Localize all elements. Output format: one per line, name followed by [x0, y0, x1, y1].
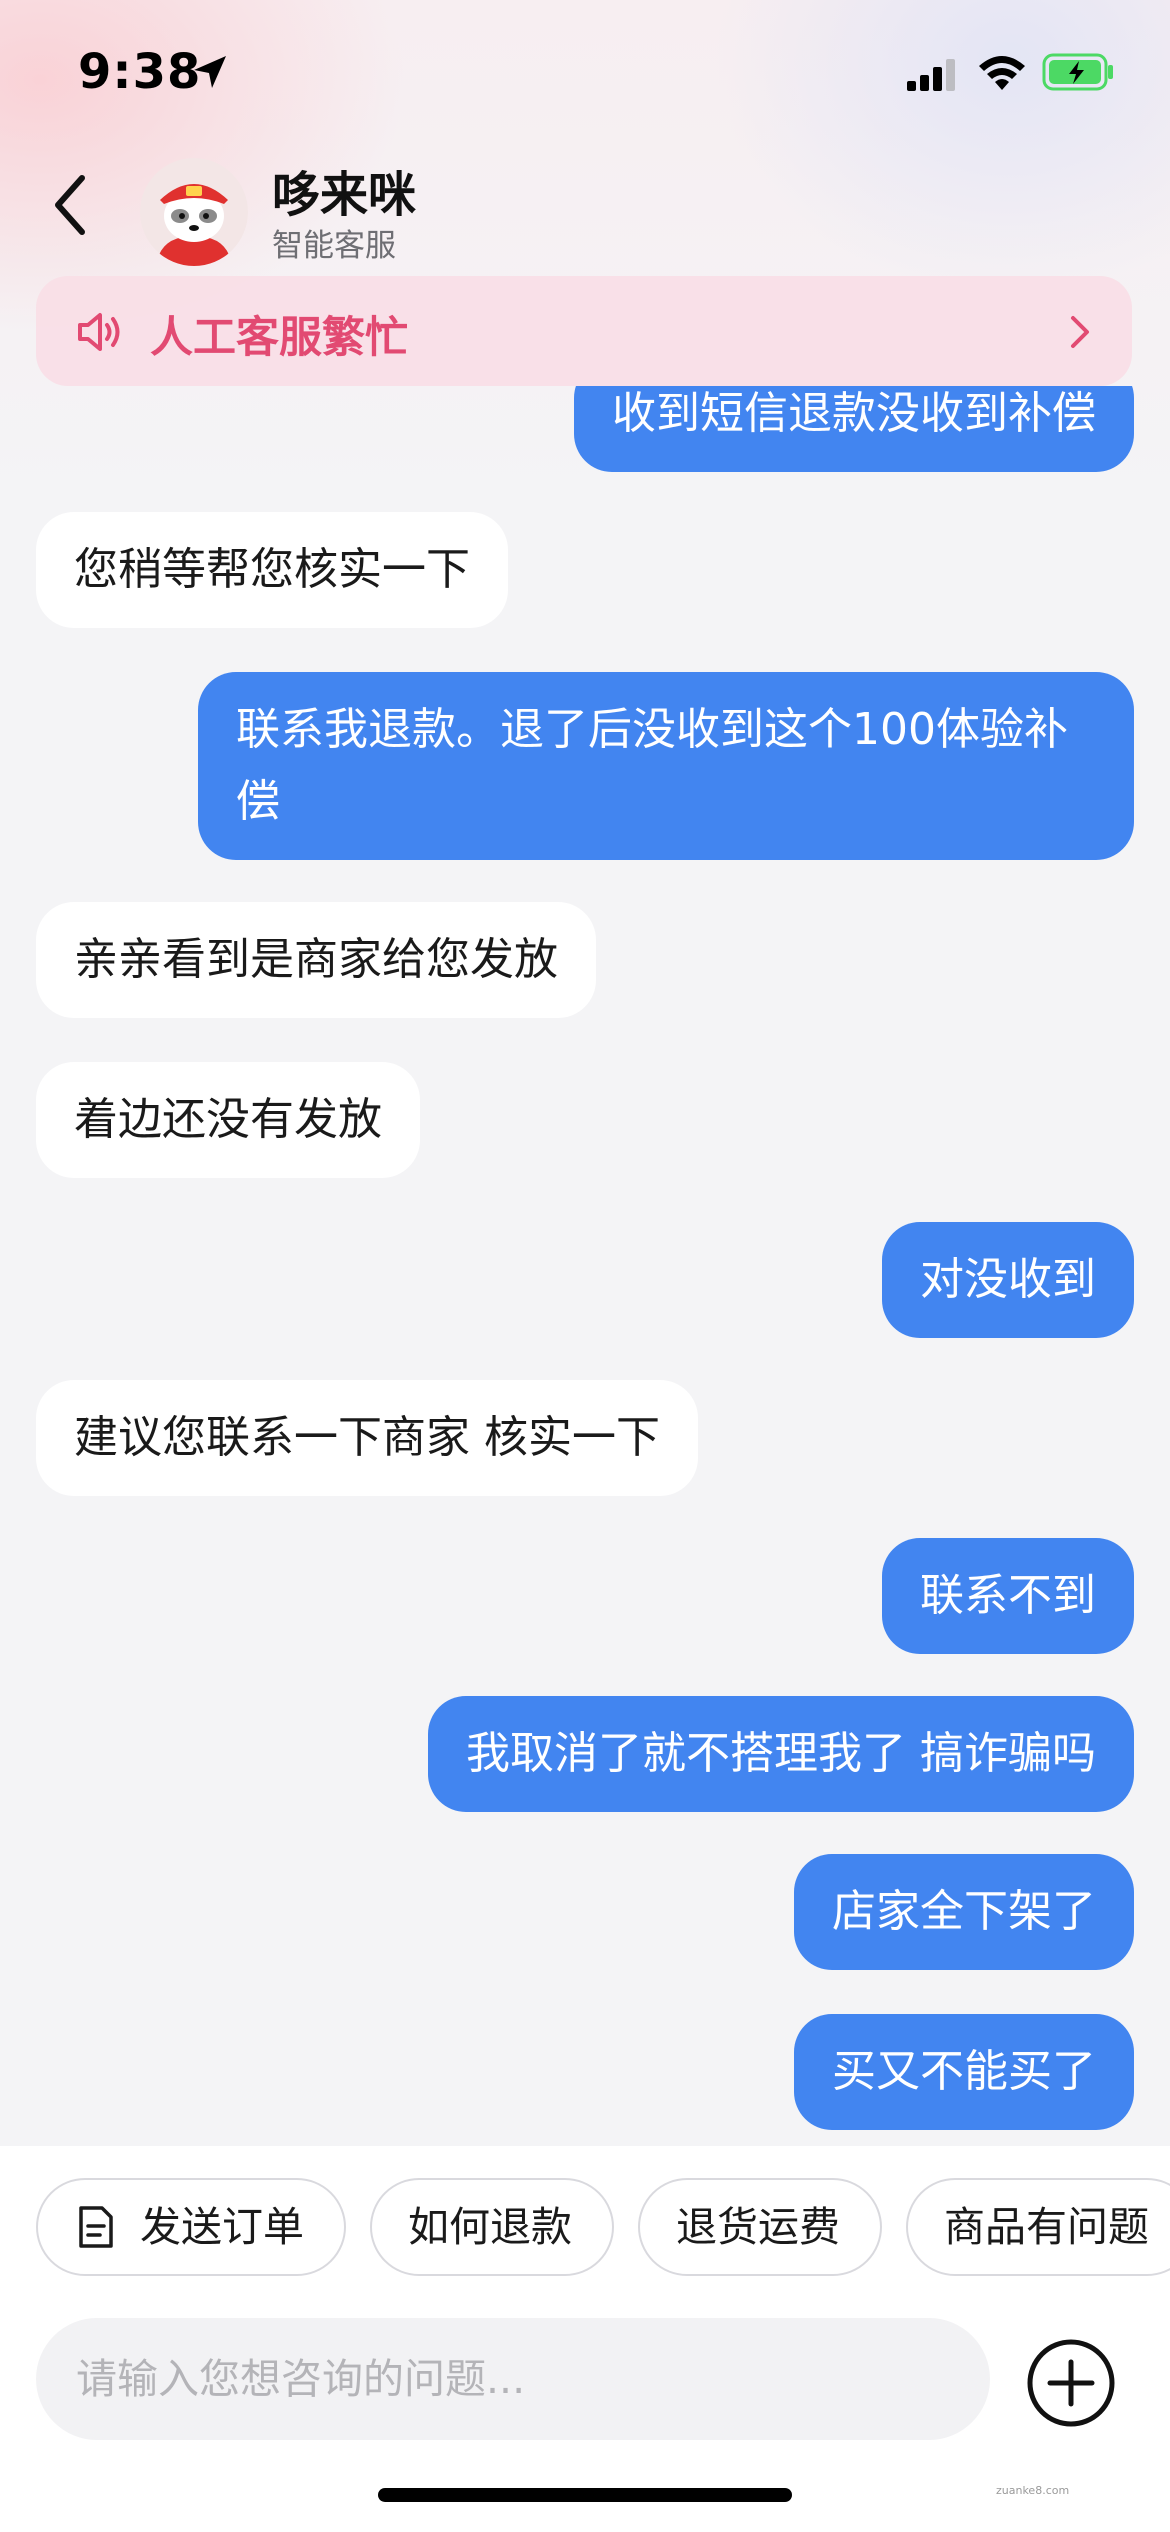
quick-send-order-button[interactable]: 发送订单: [36, 2178, 346, 2276]
status-bar: 9:38: [0, 0, 1170, 150]
bot-message[interactable]: 亲亲看到是商家给您发放: [36, 902, 596, 1018]
wifi-icon: [979, 56, 1025, 90]
chip-label: 发送订单: [140, 2203, 304, 2251]
user-message[interactable]: 店家全下架了: [794, 1854, 1134, 1970]
notice-text: 人工客服繁忙: [150, 313, 408, 363]
chat-subtitle: 智能客服: [272, 228, 396, 264]
watermark: zuanke8.com: [996, 2484, 1070, 2497]
chip-label: 商品有问题: [944, 2203, 1149, 2251]
signal-icon: [907, 59, 955, 91]
avatar[interactable]: [140, 158, 248, 266]
location-arrow-icon: [194, 56, 226, 88]
user-message[interactable]: 买又不能买了: [794, 2014, 1134, 2130]
user-message[interactable]: 对没收到: [882, 1222, 1134, 1338]
home-indicator: [378, 2488, 792, 2502]
chevron-right-icon: [1071, 316, 1089, 348]
bot-message[interactable]: 您稍等帮您核实一下: [36, 512, 508, 628]
bot-message[interactable]: 着边还没有发放: [36, 1062, 420, 1178]
bot-message[interactable]: 建议您联系一下商家 核实一下: [36, 1380, 698, 1496]
speaker-icon: [78, 313, 120, 351]
user-message[interactable]: 我取消了就不搭理我了 搞诈骗吗: [428, 1696, 1134, 1812]
composer-area: 发送订单 如何退款 退货运费 商品有问题 请输入您想咨询的问题...: [0, 2146, 1170, 2532]
message-input[interactable]: 请输入您想咨询的问题...: [36, 2318, 990, 2440]
message-list[interactable]: 收到短信退款没收到补偿 您稍等帮您核实一下 联系我退款。退了后没收到这个100体…: [0, 386, 1170, 2146]
chip-label: 退货运费: [676, 2203, 840, 2251]
user-message[interactable]: 联系我退款。退了后没收到这个100体验补偿: [198, 672, 1134, 860]
quick-how-to-refund-button[interactable]: 如何退款: [370, 2178, 614, 2276]
user-message[interactable]: 联系不到: [882, 1538, 1134, 1654]
back-chevron-icon[interactable]: [50, 172, 90, 238]
user-message[interactable]: 收到短信退款没收到补偿: [574, 386, 1134, 472]
plus-circle-icon[interactable]: [1024, 2336, 1118, 2430]
quick-return-shipping-button[interactable]: 退货运费: [638, 2178, 882, 2276]
busy-notice-banner[interactable]: 人工客服繁忙: [36, 276, 1132, 386]
chat-title: 哆来咪: [272, 167, 417, 223]
document-icon: [79, 2206, 113, 2248]
battery-charging-icon: [1042, 53, 1113, 91]
chip-label: 如何退款: [408, 2203, 572, 2251]
status-time: 9:38: [78, 44, 202, 100]
quick-product-issue-button[interactable]: 商品有问题: [906, 2178, 1170, 2276]
